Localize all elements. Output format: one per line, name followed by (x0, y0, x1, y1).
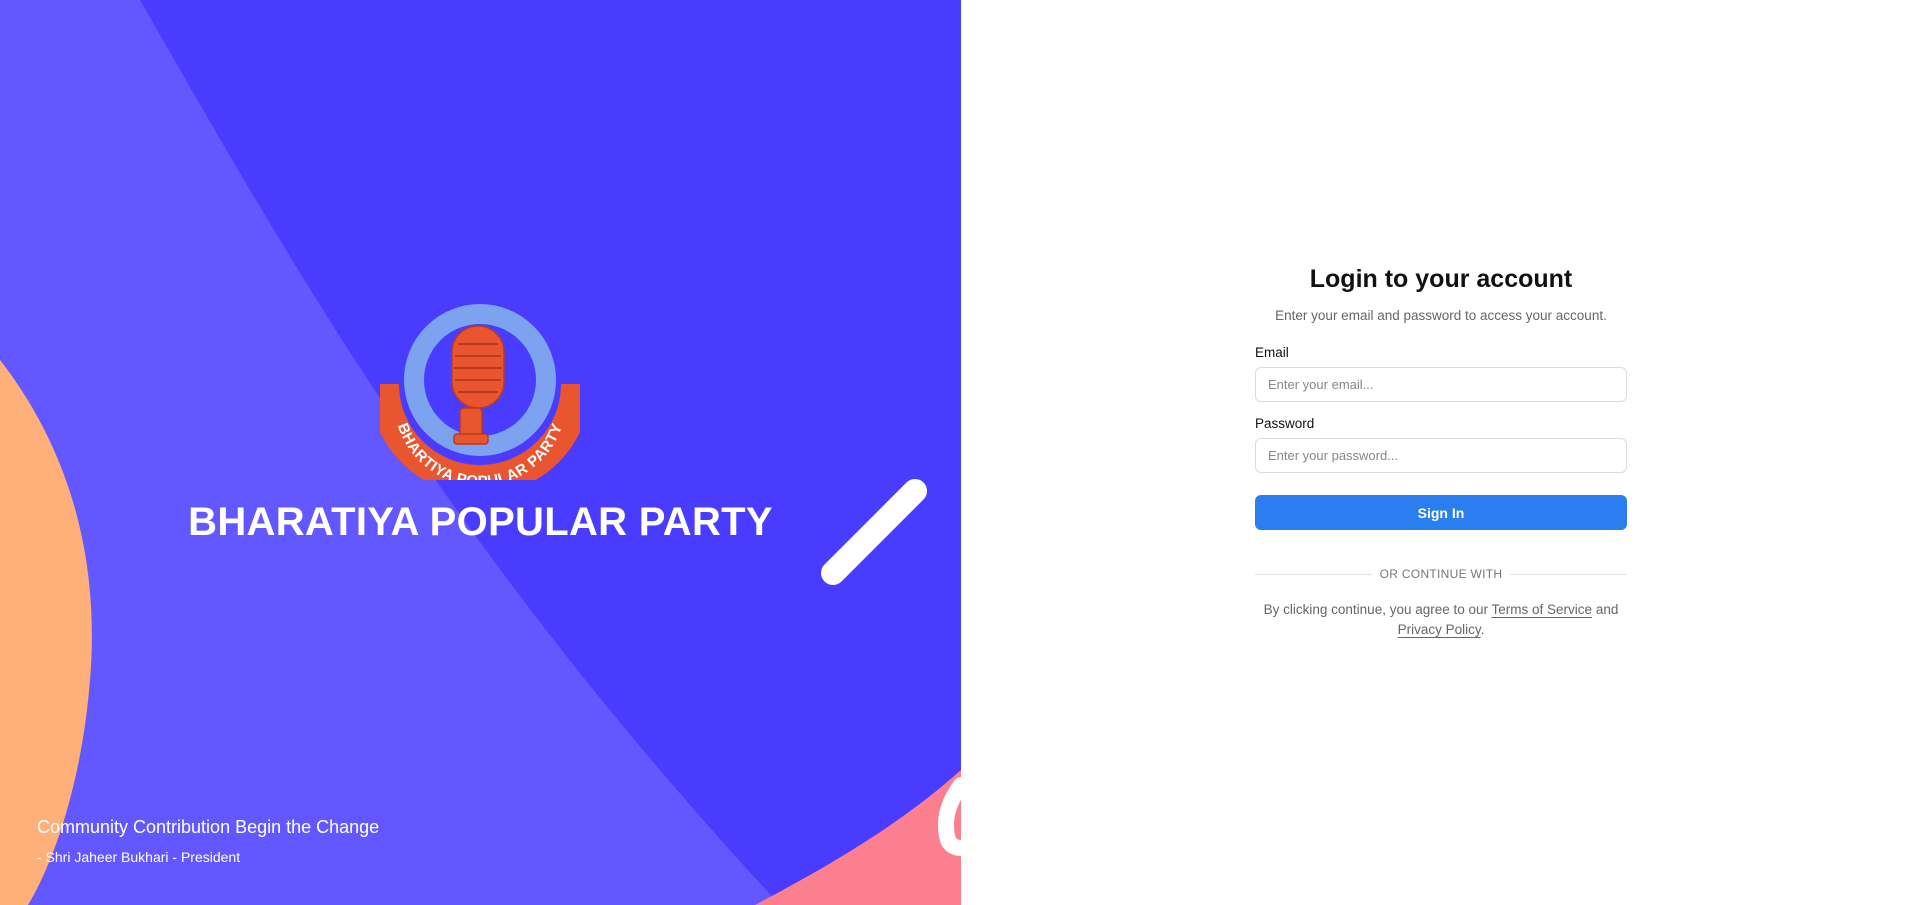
hero-quote: Community Contribution Begin the Change (37, 817, 380, 837)
sign-in-button[interactable]: Sign In (1255, 495, 1627, 530)
terms-prefix: By clicking continue, you agree to our (1263, 602, 1492, 617)
login-subtitle: Enter your email and password to access … (1275, 308, 1607, 323)
party-logo: BHARTIYA POPULAR PARTY (369, 300, 591, 495)
terms-suffix: . (1480, 622, 1485, 637)
privacy-policy-link[interactable]: Privacy Policy (1398, 622, 1481, 637)
hero-panel: BHARTIYA POPULAR PARTY BHARATIYA POPULAR… (0, 0, 961, 905)
terms-middle: and (1592, 602, 1619, 617)
login-panel: Login to your account Enter your email a… (961, 0, 1921, 905)
divider-line-left (1255, 573, 1372, 575)
divider-line-right (1510, 573, 1628, 575)
terms-notice: By clicking continue, you agree to our T… (1255, 600, 1627, 640)
password-field[interactable] (1255, 438, 1627, 473)
password-label: Password (1255, 416, 1315, 431)
email-label: Email (1255, 345, 1289, 360)
login-form: Login to your account Enter your email a… (1255, 265, 1628, 640)
continue-with-divider: OR CONTINUE WITH (1255, 566, 1628, 582)
terms-of-service-link[interactable]: Terms of Service (1492, 602, 1593, 617)
party-name-heading: BHARATIYA POPULAR PARTY (188, 500, 773, 544)
login-title: Login to your account (1309, 265, 1573, 293)
hero-quote-author: - Shri Jaheer Bukhari - President (37, 849, 241, 865)
email-field[interactable] (1255, 367, 1627, 402)
divider-text: OR CONTINUE WITH (1379, 567, 1503, 581)
login-page: BHARTIYA POPULAR PARTY BHARATIYA POPULAR… (0, 0, 1921, 905)
microphone-logo-icon: BHARTIYA POPULAR PARTY (369, 304, 591, 495)
